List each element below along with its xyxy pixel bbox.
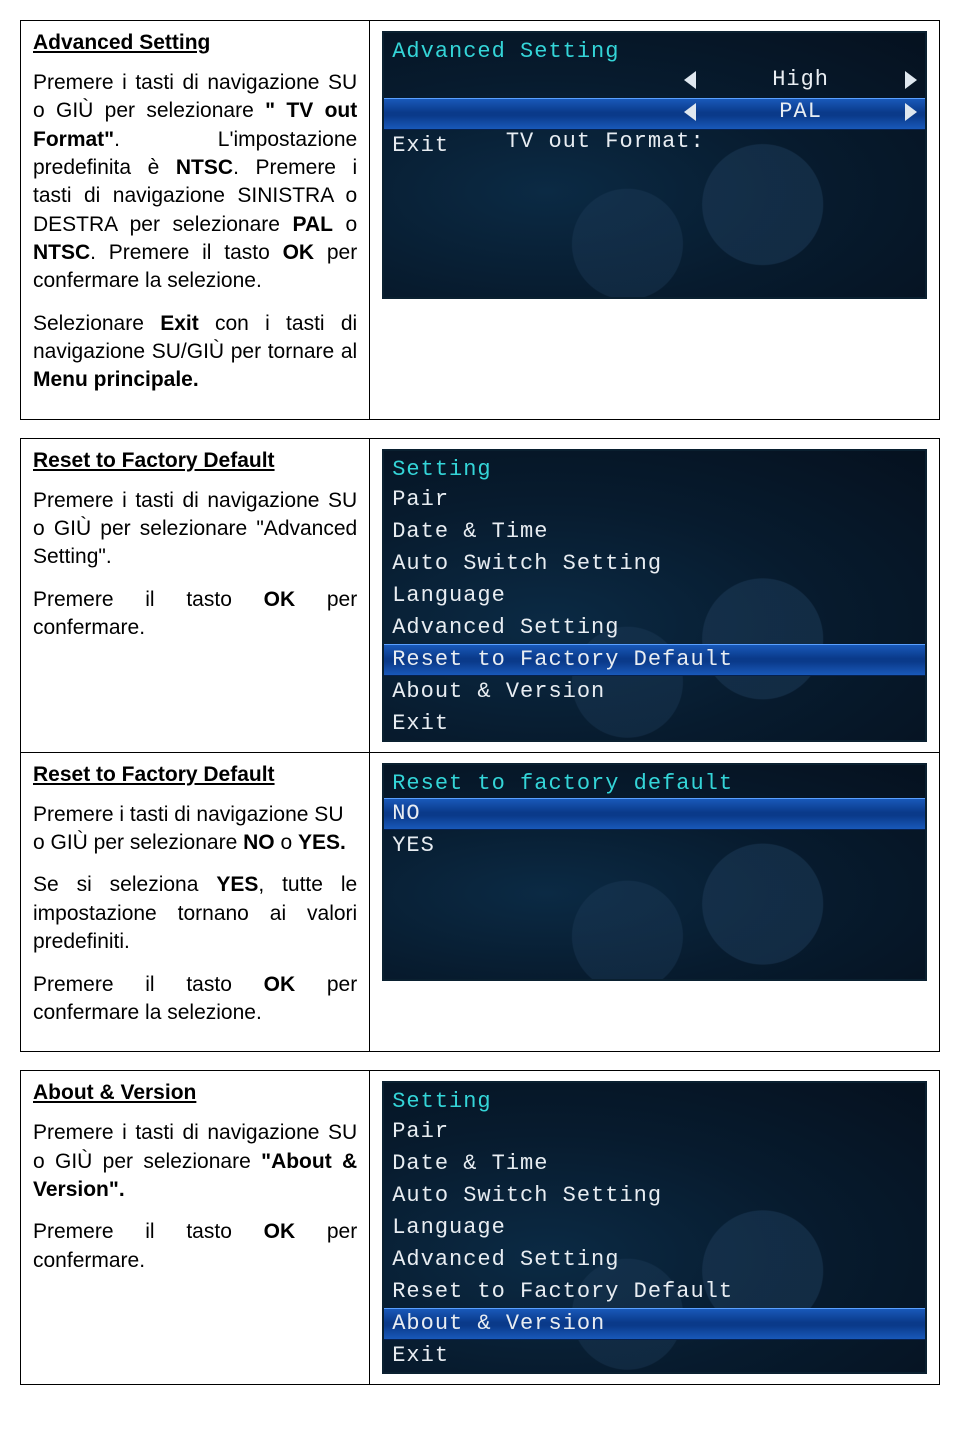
menu-row[interactable]: About & Version <box>384 1308 925 1340</box>
menu-row-quality[interactable]: Quality : High <box>384 66 925 98</box>
menu-row[interactable]: Pair <box>384 1116 925 1148</box>
screen-title: Setting <box>384 455 925 484</box>
paragraph: Selezionare Exit con i tasti di navigazi… <box>33 310 357 395</box>
text-cell: About & Version Premere i tasti di navig… <box>21 1071 370 1385</box>
device-screen-setting-menu: Setting PairDate & TimeAuto Switch Setti… <box>382 1081 927 1374</box>
section-reset-factory: Reset to Factory Default Premere i tasti… <box>20 438 940 1052</box>
menu-row[interactable]: Pair <box>384 484 925 516</box>
screenshot-cell: Setting PairDate & TimeAuto Switch Setti… <box>370 438 940 752</box>
menu-row[interactable]: Language <box>384 1212 925 1244</box>
menu-row[interactable]: Advanced Setting <box>384 1244 925 1276</box>
paragraph: Premere i tasti di navigazione SU o GIÙ … <box>33 69 357 296</box>
menu-row[interactable]: Advanced Setting <box>384 612 925 644</box>
menu-row[interactable]: Date & Time <box>384 1148 925 1180</box>
arrow-right-icon[interactable] <box>905 71 917 89</box>
menu-row[interactable]: Exit <box>384 708 925 740</box>
paragraph: Premere il tasto OK per confermare. <box>33 1218 357 1275</box>
device-screen-advanced: Advanced Setting Quality : High TV out F… <box>382 31 927 299</box>
text-cell: Reset to Factory Default Premere i tasti… <box>21 752 370 1051</box>
menu-row[interactable]: Date & Time <box>384 516 925 548</box>
arrow-left-icon[interactable] <box>684 103 696 121</box>
device-screen-reset-confirm: Reset to factory default NOYES <box>382 763 927 981</box>
heading: Advanced Setting <box>33 31 357 55</box>
device-screen-setting-menu: Setting PairDate & TimeAuto Switch Setti… <box>382 449 927 742</box>
menu-row-tv-out-format[interactable]: TV out Format: PAL <box>384 98 925 130</box>
menu-row[interactable]: Exit <box>384 1340 925 1372</box>
menu-row[interactable]: Auto Switch Setting <box>384 548 925 580</box>
heading: Reset to Factory Default <box>33 763 357 787</box>
screenshot-cell: Advanced Setting Quality : High TV out F… <box>370 21 940 420</box>
value: High <box>700 66 901 94</box>
menu-row[interactable]: Reset to Factory Default <box>384 644 925 676</box>
paragraph: Premere il tasto OK per confermare. <box>33 586 357 643</box>
menu-row[interactable]: Auto Switch Setting <box>384 1180 925 1212</box>
screen-title: Setting <box>384 1087 925 1116</box>
heading: About & Version <box>33 1081 357 1105</box>
arrow-right-icon[interactable] <box>905 103 917 121</box>
screen-title: Advanced Setting <box>384 37 925 66</box>
screen-title: Reset to factory default <box>384 769 925 798</box>
section-about-version: About & Version Premere i tasti di navig… <box>20 1070 940 1385</box>
paragraph: Premere i tasti di navigazione SU o GIÙ … <box>33 801 357 858</box>
heading: Reset to Factory Default <box>33 449 357 473</box>
menu-row[interactable]: Reset to Factory Default <box>384 1276 925 1308</box>
value: PAL <box>700 98 901 126</box>
menu-row[interactable]: Language <box>384 580 925 612</box>
text-cell: Advanced Setting Premere i tasti di navi… <box>21 21 370 420</box>
menu-row[interactable]: About & Version <box>384 676 925 708</box>
screenshot-cell: Setting PairDate & TimeAuto Switch Setti… <box>370 1071 940 1385</box>
menu-row[interactable]: YES <box>384 830 925 862</box>
menu-row[interactable]: NO <box>384 798 925 830</box>
section-advanced-setting: Advanced Setting Premere i tasti di navi… <box>20 20 940 420</box>
paragraph: Premere i tasti di navigazione SU o GIÙ … <box>33 1119 357 1204</box>
screenshot-cell: Reset to factory default NOYES <box>370 752 940 1051</box>
paragraph: Premere i tasti di navigazione SU o GIÙ … <box>33 487 357 572</box>
text-cell: Reset to Factory Default Premere i tasti… <box>21 438 370 752</box>
paragraph: Premere il tasto OK per confermare la se… <box>33 971 357 1028</box>
arrow-left-icon[interactable] <box>684 71 696 89</box>
menu-row-exit[interactable]: Exit <box>384 130 925 162</box>
paragraph: Se si seleziona YES, tutte le impostazio… <box>33 871 357 956</box>
